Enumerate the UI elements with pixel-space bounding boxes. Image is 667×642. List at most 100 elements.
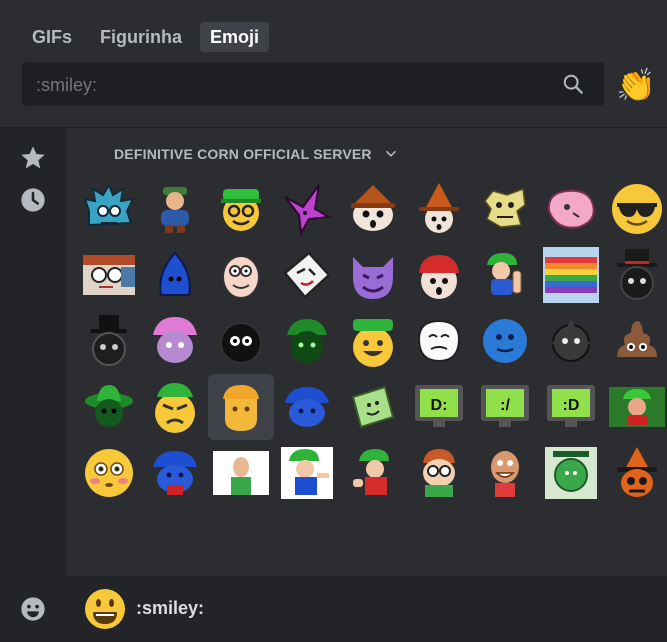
emoji-purple-star-face[interactable]	[274, 176, 340, 242]
blue-spiky-face-icon	[83, 182, 135, 227]
svg-text:D:: D:	[431, 397, 448, 414]
search-input[interactable]	[34, 62, 558, 108]
emoji-glasses-boy[interactable]	[406, 440, 472, 506]
emoji-cartoon-dad[interactable]	[208, 242, 274, 308]
emoji-pink-face[interactable]	[538, 176, 604, 242]
category-sidebar	[0, 128, 66, 576]
green-cap-pointing-icon	[281, 447, 333, 499]
emoji-sunglasses-face[interactable]	[604, 176, 667, 242]
tab-stickers[interactable]: Figurinha	[90, 22, 192, 52]
emoji-green-cap-pointing[interactable]	[274, 440, 340, 506]
star-icon[interactable]	[19, 144, 47, 172]
emoji-blue-ball-face[interactable]	[472, 308, 538, 374]
emoji-rainbow-flag[interactable]	[538, 242, 604, 308]
clock-icon[interactable]	[19, 186, 47, 214]
emoji-green-cap-glasses[interactable]	[208, 176, 274, 242]
emoji-orange-face[interactable]	[208, 374, 274, 440]
emoji-witch-hat-face[interactable]	[406, 176, 472, 242]
grey-spiky-ball-icon	[551, 319, 591, 362]
emoji-green-sombrero[interactable]	[76, 374, 142, 440]
purple-star-face-icon	[284, 184, 333, 237]
white-face-sketch-icon	[417, 319, 461, 363]
crumpled-face-icon	[484, 187, 526, 228]
cartoon-dad-icon	[222, 255, 260, 299]
green-cap-finger-icon	[487, 253, 522, 295]
emoji-orange-hat-face[interactable]	[604, 440, 667, 506]
emoji-hat-figure[interactable]	[142, 176, 208, 242]
poop-face-icon	[617, 321, 657, 357]
emoji-white-face-sketch[interactable]	[406, 308, 472, 374]
emoji-brown-hat-face[interactable]	[340, 176, 406, 242]
rainbow-flag-icon	[543, 247, 599, 303]
green-cap-wave-icon	[353, 449, 389, 495]
blue-cap-face-icon	[285, 387, 329, 427]
tab-gifs[interactable]: GIFs	[22, 22, 82, 52]
emoji-pink-hat-face[interactable]	[142, 308, 208, 374]
emoji-dark-face[interactable]	[208, 308, 274, 374]
emoji-top-hat-face[interactable]	[604, 242, 667, 308]
emoji-blue-spiky-face[interactable]	[76, 176, 142, 242]
svg-text::D: :D	[563, 397, 580, 414]
sunglasses-face-icon	[612, 184, 662, 234]
witch-hat-face-icon	[419, 183, 459, 233]
monitor-colon-d-icon: :D	[547, 385, 595, 427]
emoji-tilted-face[interactable]	[274, 242, 340, 308]
green-hat-grin-icon	[353, 319, 393, 367]
dark-top-hat-icon	[91, 315, 127, 366]
tab-emoji[interactable]: Emoji	[200, 22, 270, 52]
underwear-hero-icon	[491, 451, 519, 497]
blue-hood-face-icon	[159, 251, 191, 296]
hat-figure-icon	[161, 187, 189, 233]
emoji-monitor-d-colon[interactable]: D:	[406, 374, 472, 440]
section-title: DEFINITIVE CORN OFFICIAL SERVER	[114, 146, 372, 162]
emoji-grey-spiky-ball[interactable]	[538, 308, 604, 374]
emoji-green-dark-cap[interactable]	[274, 308, 340, 374]
clapping-hands-icon[interactable]: 👏	[616, 66, 656, 104]
dark-face-icon	[220, 322, 262, 364]
emoji-poop-face[interactable]	[604, 308, 667, 374]
emoji-bald-teacher[interactable]	[208, 440, 274, 506]
emoji-green-poster[interactable]	[538, 440, 604, 506]
emoji-green-cap-meme[interactable]	[604, 374, 667, 440]
brown-hat-face-icon	[351, 185, 395, 231]
emoji-dark-top-hat[interactable]	[76, 308, 142, 374]
smile-icon[interactable]	[19, 595, 47, 623]
top-hat-face-icon	[617, 249, 657, 300]
emoji-angry-green-hat[interactable]	[142, 374, 208, 440]
emoji-green-cap-wave[interactable]	[340, 440, 406, 506]
emoji-green-hat-grin[interactable]	[340, 308, 406, 374]
emoji-green-card[interactable]	[340, 374, 406, 440]
bald-teacher-icon	[213, 451, 269, 495]
svg-text::/: :/	[500, 397, 510, 414]
search-icon[interactable]	[562, 73, 584, 95]
emoji-monitor-colon-d[interactable]: :D	[538, 374, 604, 440]
preview-label: :smiley:	[136, 598, 205, 618]
green-poster-icon	[545, 447, 597, 499]
emoji-blue-cap-red[interactable]	[142, 440, 208, 506]
monitor-d-colon-icon: D:	[415, 385, 463, 427]
search-box[interactable]	[22, 62, 604, 108]
pink-hat-face-icon	[153, 317, 197, 363]
green-cap-meme-icon	[609, 387, 665, 427]
emoji-purple-devil[interactable]	[340, 242, 406, 308]
orange-face-icon	[223, 385, 259, 431]
sidebar-footer	[0, 576, 66, 642]
emoji-glasses-man[interactable]	[76, 242, 142, 308]
picker-header: GIFs Figurinha Emoji 👏	[0, 0, 667, 128]
emoji-green-cap-finger[interactable]	[472, 242, 538, 308]
emoji-crumpled-face[interactable]	[472, 176, 538, 242]
purple-devil-icon	[353, 257, 393, 299]
pink-face-icon	[547, 189, 595, 229]
emoji-flushed-face[interactable]	[76, 440, 142, 506]
emoji-blue-cap-face[interactable]	[274, 374, 340, 440]
emoji-underwear-hero[interactable]	[472, 440, 538, 506]
emoji-blue-hood-face[interactable]	[142, 242, 208, 308]
section-header[interactable]: DEFINITIVE CORN OFFICIAL SERVER	[114, 144, 398, 164]
orange-hat-face-icon	[617, 447, 657, 497]
green-sombrero-icon	[85, 385, 133, 427]
emoji-monitor-colon-slash[interactable]: :/	[472, 374, 538, 440]
blue-cap-red-icon	[153, 451, 197, 495]
glasses-boy-icon	[423, 449, 455, 497]
emoji-red-cap-face[interactable]	[406, 242, 472, 308]
smiley-preview-icon	[85, 589, 125, 629]
